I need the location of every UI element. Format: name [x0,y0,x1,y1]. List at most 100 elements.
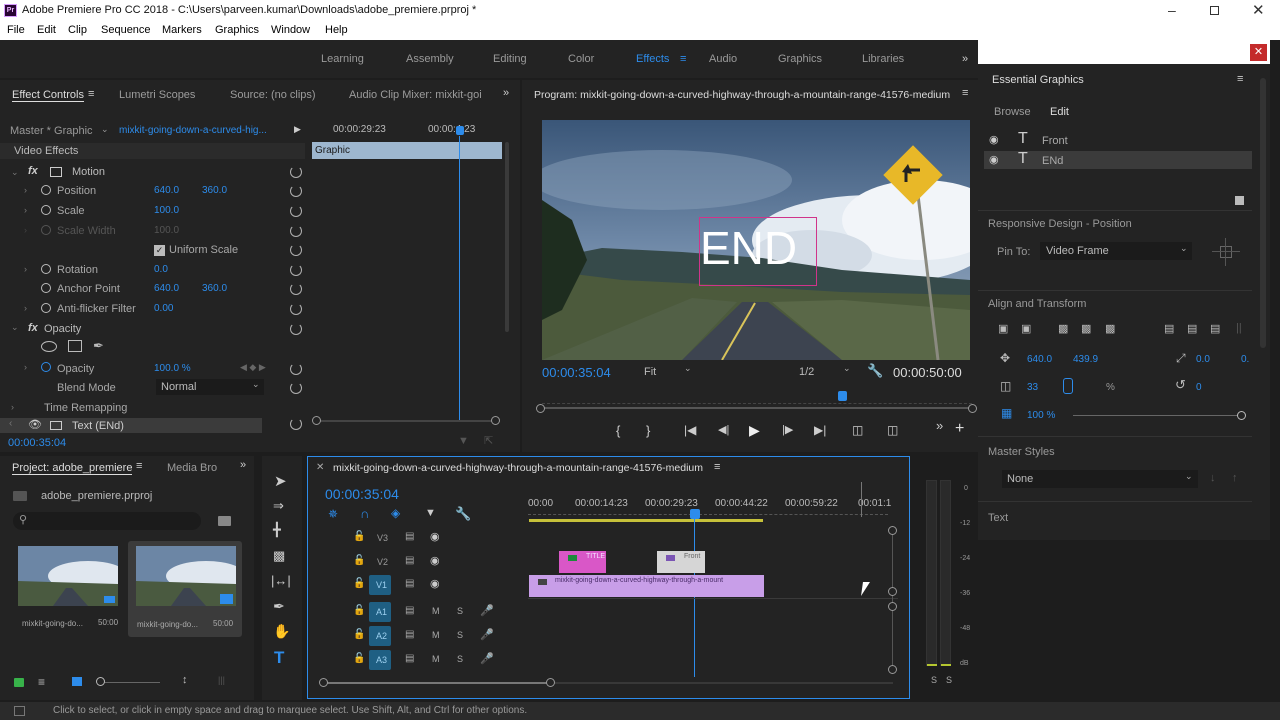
tab-browse[interactable]: Browse [994,106,1031,118]
anchor-x-value[interactable]: 640.0 [154,283,179,294]
vscroll-handle-bottom[interactable] [888,665,897,674]
panel-menu-icon[interactable]: ≡ [714,461,720,473]
clip-title[interactable]: TITLE [559,551,606,573]
vscroll-handle-mid2[interactable] [888,602,897,611]
position-x-value[interactable]: 640.0 [154,185,179,196]
ec-playhead-marker[interactable] [456,126,464,135]
sequence-tab-title[interactable]: mixkit-going-down-a-curved-highway-throu… [333,462,703,474]
ec-graphic-bar[interactable]: Graphic [312,142,502,159]
anchor-y-value[interactable]: 360.0 [202,283,227,294]
new-layer-icon[interactable] [1235,196,1244,205]
reset-icon[interactable] [290,363,302,375]
mute-button[interactable]: M [432,654,440,664]
push-style-up-icon[interactable]: ↑ [1232,472,1238,484]
resolution-select[interactable]: 1/2 [799,366,814,378]
push-style-down-icon[interactable]: ↓ [1210,472,1216,484]
chevron-right-icon[interactable]: › [24,185,27,195]
program-video-frame[interactable]: END [542,120,970,360]
go-to-in-icon[interactable]: |◀ [684,423,696,437]
chevron-right-icon[interactable]: › [24,264,27,274]
chevron-down-icon[interactable]: ⌄ [684,363,692,374]
opacity-value[interactable]: 100.0 % [154,363,191,374]
lock-icon[interactable]: 🔓 [353,531,365,542]
lock-icon[interactable]: 🔓 [353,555,365,566]
more-panels-icon[interactable]: » [503,87,509,99]
workspace-assembly[interactable]: Assembly [406,53,454,65]
reset-icon[interactable] [290,303,302,315]
snap-icon[interactable]: ∩ [360,506,369,521]
workspace-learning[interactable]: Learning [321,53,364,65]
eye-icon[interactable]: ◉ [430,530,440,543]
text-layer-row[interactable]: 👁 Text (ENd) [0,418,262,433]
chevron-right-icon[interactable]: › [24,362,27,372]
solo-button[interactable]: S [457,606,463,616]
play-only-audio-icon[interactable]: ▶ [294,124,301,135]
layer-end-row[interactable]: ◉ T ENd [984,150,1252,169]
master-styles-select[interactable]: None ⌄ [1002,470,1198,488]
list-view-icon[interactable]: ≡ [38,675,45,689]
lock-icon[interactable]: 🔓 [353,605,365,616]
program-timecode[interactable]: 00:00:35:04 [542,365,611,380]
track-v3-label[interactable]: V3 [377,533,388,543]
fx-icon[interactable]: fx [28,165,38,177]
razor-tool-icon[interactable]: ▩ [273,548,285,564]
ellipse-mask-icon[interactable] [41,341,57,352]
ec-zoom-handle-right[interactable] [491,416,500,425]
reset-icon[interactable] [290,418,302,430]
timeline-timecode[interactable]: 00:00:35:04 [325,486,399,502]
chevron-right-icon[interactable]: › [24,303,27,313]
pen-tool-icon[interactable]: ✒ [273,598,285,615]
panel-menu-icon[interactable]: ≡ [136,460,142,472]
track-select-tool-icon[interactable]: ⇒ [273,498,284,514]
align-vertical-center-icon[interactable]: ▣ [998,322,1008,335]
pin-edges-icon[interactable] [1212,238,1240,266]
menu-clip[interactable]: Clip [68,24,87,36]
vscroll-handle-mid[interactable] [888,587,897,596]
solo-left-button[interactable]: S [931,675,937,685]
lift-icon[interactable]: ◫ [852,423,863,437]
eg-scrollbar[interactable] [1260,78,1266,348]
keyframe-nav-icon[interactable]: ◀ ◆ ▶ [240,362,266,373]
hscroll-handle-right[interactable] [546,678,555,687]
tab-project[interactable]: Project: adobe_premiere [12,462,133,475]
close-icon[interactable]: ✕ [1252,1,1265,19]
blend-mode-select[interactable]: Normal ⌄ [156,379,264,395]
export-frame-icon[interactable]: ⇱ [484,434,493,447]
lock-icon[interactable]: 🔓 [353,578,365,589]
step-forward-icon[interactable]: |▶ [782,423,793,436]
stopwatch-icon[interactable] [41,362,51,372]
reset-icon[interactable] [290,205,302,217]
wrench-icon[interactable]: 🔧 [867,363,883,379]
mark-out-icon[interactable]: } [646,423,650,438]
mute-button[interactable]: M [432,606,440,616]
clip-thumbnail-1[interactable] [18,546,118,606]
menu-window[interactable]: Window [271,24,310,36]
workspace-menu-icon[interactable]: ≡ [680,53,686,65]
eye-icon[interactable]: ◉ [989,133,999,146]
track-a2-target[interactable]: A2 [369,626,391,646]
sync-lock-icon[interactable]: ▤ [405,605,414,616]
eg-rotation-value-2[interactable]: 0. [1241,354,1249,365]
type-tool-icon[interactable]: T [274,648,284,668]
eg-rotation-value[interactable]: 0.0 [1196,354,1210,365]
sync-lock-icon[interactable]: ▤ [405,555,414,566]
fx-icon[interactable]: fx [28,322,38,334]
eg-angle-value[interactable]: 0 [1196,382,1202,393]
uniform-scale-checkbox[interactable]: ✓ [154,245,165,256]
extract-icon[interactable]: ◫ [887,423,898,437]
chevron-down-icon[interactable]: ⌄ [101,124,109,135]
transform-box-icon[interactable] [50,421,62,430]
more-panels-icon[interactable]: » [240,459,246,471]
program-playhead-marker[interactable] [838,391,847,401]
eye-icon[interactable]: ◉ [430,577,440,590]
more-workspaces-icon[interactable]: » [962,53,968,65]
maximize-icon[interactable] [1210,6,1219,15]
panel-menu-icon[interactable]: ≡ [962,87,968,99]
tab-source[interactable]: Source: (no clips) [230,89,316,101]
timeline-settings-icon[interactable]: 🔧 [455,506,471,522]
clip-selector[interactable]: mixkit-going-down-a-curved-hig... [119,125,267,136]
ec-chevron-left-icon[interactable]: ‹ [9,418,12,429]
hand-tool-icon[interactable]: ✋ [273,623,290,640]
reset-icon[interactable] [290,323,302,335]
eye-icon[interactable]: ◉ [989,153,999,166]
